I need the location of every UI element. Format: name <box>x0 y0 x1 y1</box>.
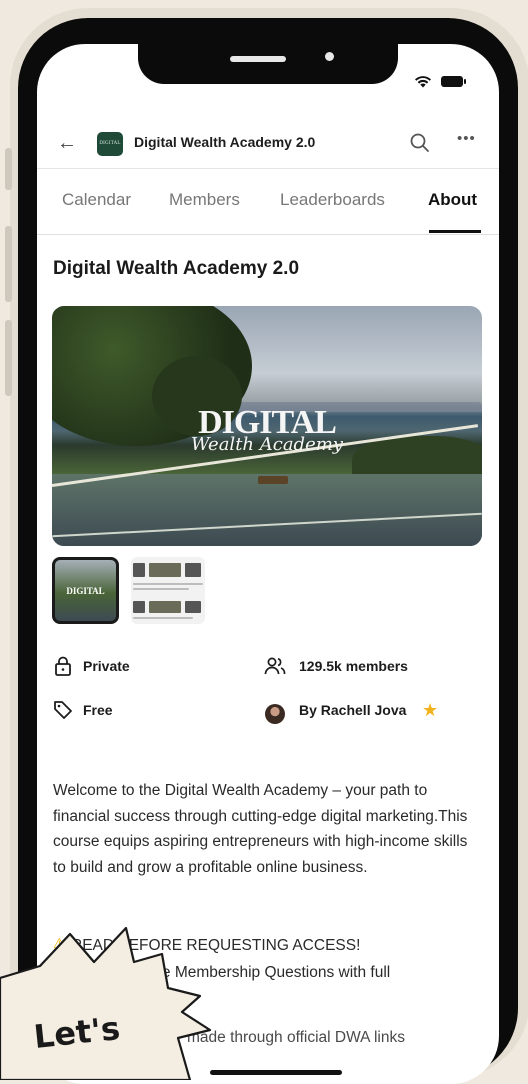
star-icon: ★ <box>422 700 439 720</box>
thumb-line <box>133 588 189 590</box>
privacy-label: Private <box>83 658 130 674</box>
thumb-line <box>133 583 203 585</box>
group-logo: DIGITAL <box>97 132 123 156</box>
status-bar <box>414 75 466 88</box>
members-icon <box>264 657 286 675</box>
tab-bar: Calendar Members Leaderboards About <box>37 170 499 235</box>
speaker <box>230 56 286 62</box>
battery-icon <box>441 76 466 87</box>
notch <box>138 44 398 84</box>
wifi-icon <box>415 76 431 88</box>
page-title: Digital Wealth Academy 2.0 <box>53 258 300 279</box>
phone-mute-button <box>5 148 12 190</box>
hero-title-line2: Wealth Academy <box>191 434 343 455</box>
group-description: Welcome to the Digital Wealth Academy – … <box>53 782 468 876</box>
owner-avatar[interactable] <box>265 704 285 724</box>
camera <box>325 52 334 61</box>
media-thumbnail-2[interactable] <box>131 557 205 624</box>
tab-calendar[interactable]: Calendar <box>62 190 131 210</box>
hero-image[interactable]: DIGITAL Wealth Academy <box>52 306 482 546</box>
arrow-left-icon[interactable]: ← <box>57 132 77 155</box>
thumb-line <box>133 617 193 619</box>
thumb-block <box>185 601 201 613</box>
tag-icon <box>54 701 72 719</box>
thumbnail-label: DIGITAL <box>66 586 105 596</box>
more-horizontal-icon[interactable]: ••• <box>457 130 476 147</box>
tab-leaderboards[interactable]: Leaderboards <box>280 190 385 210</box>
lock-icon <box>55 656 71 676</box>
thumb-block <box>149 601 181 613</box>
tab-members[interactable]: Members <box>169 190 240 210</box>
price-label: Free <box>83 702 113 718</box>
hero-tennis-court <box>52 474 482 546</box>
top-bar: ← DIGITAL Digital Wealth Academy 2.0 ••• <box>37 120 499 169</box>
group-title[interactable]: Digital Wealth Academy 2.0 <box>134 134 315 150</box>
active-tab-indicator <box>429 230 481 233</box>
hero-bench <box>258 476 288 484</box>
phone-volume-up-button <box>5 226 12 302</box>
media-thumbnail-1[interactable]: DIGITAL <box>52 557 119 624</box>
tab-about[interactable]: About <box>428 190 477 210</box>
member-count[interactable]: 129.5k members <box>299 658 408 674</box>
thumb-block <box>133 563 145 577</box>
search-icon[interactable] <box>409 132 431 154</box>
thumb-block <box>185 563 201 577</box>
phone-volume-down-button <box>5 320 12 396</box>
thumb-block <box>149 563 181 577</box>
owner-name[interactable]: By Rachell Jova <box>299 702 406 718</box>
thumb-block <box>133 601 145 613</box>
